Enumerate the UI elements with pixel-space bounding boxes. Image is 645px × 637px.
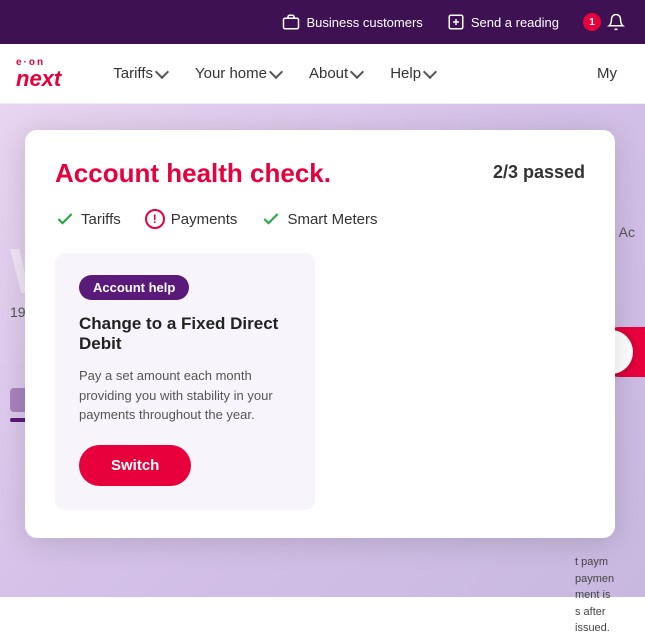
top-bar: Business customers Send a reading 1 bbox=[0, 0, 645, 44]
modal-header: Account health check. 2/3 passed bbox=[55, 158, 585, 189]
card-badge: Account help bbox=[79, 275, 189, 300]
check-item-smart-meters: Smart Meters bbox=[261, 209, 377, 229]
nav-about[interactable]: About bbox=[297, 57, 374, 90]
meter-icon bbox=[447, 13, 465, 31]
tariffs-chevron-icon bbox=[155, 65, 169, 79]
check-item-tariffs: Tariffs bbox=[55, 209, 121, 229]
about-chevron-icon bbox=[350, 65, 364, 79]
business-customers-label: Business customers bbox=[306, 15, 422, 30]
logo[interactable]: e·on next bbox=[16, 58, 61, 90]
send-reading-label: Send a reading bbox=[471, 15, 559, 30]
check-smart-meters-label: Smart Meters bbox=[287, 211, 377, 228]
card-description: Pay a set amount each month providing yo… bbox=[79, 366, 291, 425]
account-help-card: Account help Change to a Fixed Direct De… bbox=[55, 253, 315, 510]
logo-next-text: next bbox=[16, 68, 61, 90]
check-items-row: Tariffs ! Payments Smart Meters bbox=[55, 209, 585, 229]
send-reading-link[interactable]: Send a reading bbox=[447, 13, 559, 31]
nav-my[interactable]: My bbox=[585, 57, 629, 90]
your-home-chevron-icon bbox=[269, 65, 283, 79]
notification-badge: 1 bbox=[583, 13, 601, 31]
check-payments-label: Payments bbox=[171, 211, 238, 228]
notifications-item[interactable]: 1 bbox=[583, 13, 625, 31]
check-smart-meters-icon bbox=[261, 209, 281, 229]
account-health-check-modal: Account health check. 2/3 passed Tariffs… bbox=[25, 130, 615, 538]
card-title: Change to a Fixed Direct Debit bbox=[79, 314, 291, 354]
bg-next-payment-text: t paym paymen ment is s after issued. bbox=[575, 554, 635, 637]
check-tariffs-icon bbox=[55, 209, 75, 229]
warning-payments-icon: ! bbox=[145, 209, 165, 229]
check-tariffs-label: Tariffs bbox=[81, 211, 121, 228]
modal-title: Account health check. bbox=[55, 158, 331, 189]
bg-ac-text: Ac bbox=[619, 224, 635, 240]
check-item-payments: ! Payments bbox=[145, 209, 238, 229]
briefcase-icon bbox=[282, 13, 300, 31]
nav-your-home[interactable]: Your home bbox=[183, 57, 293, 90]
modal-passed: 2/3 passed bbox=[493, 162, 585, 183]
switch-button[interactable]: Switch bbox=[79, 445, 191, 486]
help-chevron-icon bbox=[423, 65, 437, 79]
nav-help[interactable]: Help bbox=[378, 57, 447, 90]
bell-icon bbox=[607, 13, 625, 31]
main-nav: Tariffs Your home About Help My bbox=[101, 57, 629, 90]
nav-tariffs[interactable]: Tariffs bbox=[101, 57, 179, 90]
nav-bar: e·on next Tariffs Your home About Help M… bbox=[0, 44, 645, 104]
business-customers-link[interactable]: Business customers bbox=[282, 13, 422, 31]
